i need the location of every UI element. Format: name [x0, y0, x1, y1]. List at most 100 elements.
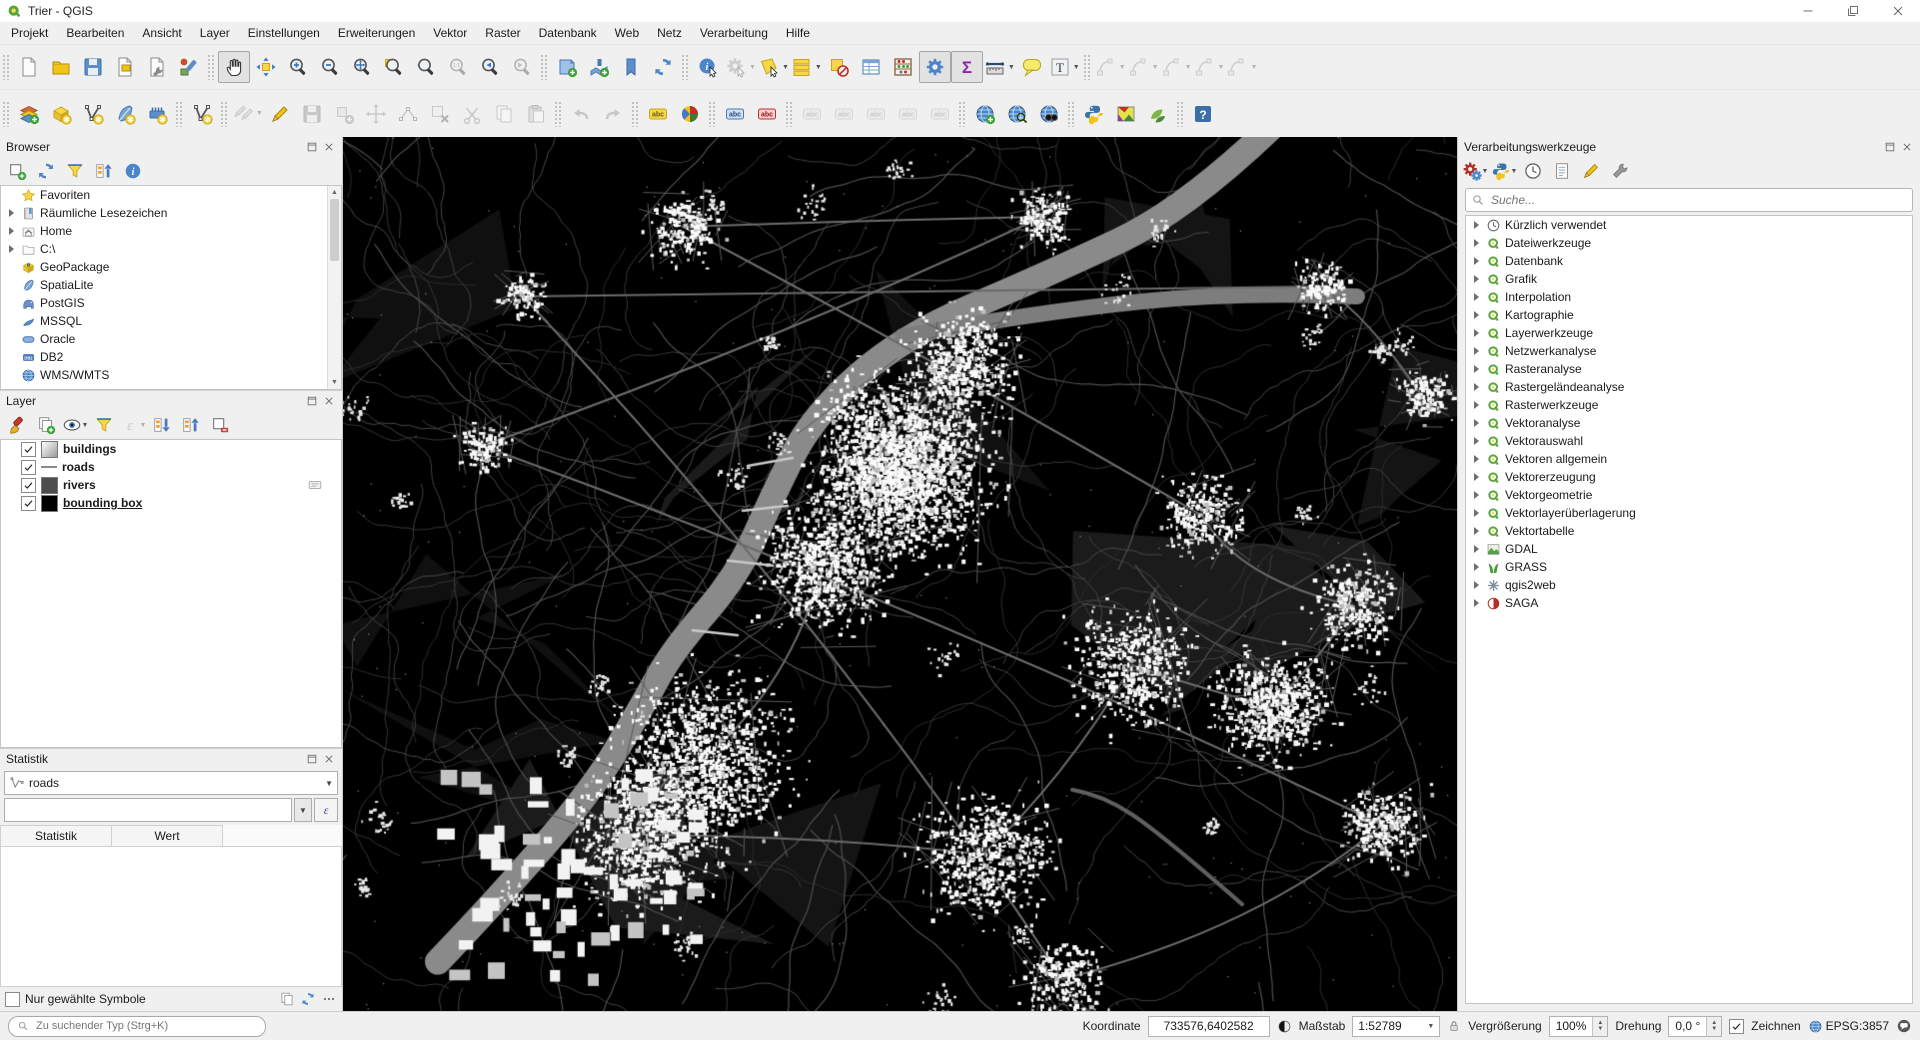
expander-icon[interactable] [6, 245, 17, 253]
zoom-to-layer-button[interactable] [410, 51, 442, 83]
layer-item-roads[interactable]: roads [1, 458, 341, 476]
processing-group-vektorauswahl[interactable]: Vektorauswahl [1466, 432, 1912, 450]
spatial-bookmarks-button[interactable] [615, 51, 647, 83]
select-by-value-button[interactable]: ▼ [790, 51, 823, 83]
processing-group-rasteranalyse[interactable]: Rasteranalyse [1466, 360, 1912, 378]
processing-group-rastergelaendeanalyse[interactable]: Rastergeländeanalyse [1466, 378, 1912, 396]
digitize-rectangle-button[interactable]: ▼ [1193, 51, 1226, 83]
copy-features-button[interactable] [488, 98, 520, 130]
cut-features-button[interactable] [456, 98, 488, 130]
save-layer-edits-button[interactable] [296, 98, 328, 130]
digitize-ellipse-dropdown-icon[interactable]: ▼ [1185, 64, 1192, 71]
expander-icon[interactable] [1471, 329, 1482, 337]
python-console-button[interactable] [1078, 98, 1110, 130]
layer-item-bounding-box[interactable]: bounding box [1, 494, 341, 512]
expander-icon[interactable] [1471, 275, 1482, 283]
new-mesh-layer-button[interactable] [141, 98, 173, 130]
processing-group-netzwerkanalyse[interactable]: Netzwerkanalyse [1466, 342, 1912, 360]
processing-group-grafik[interactable]: Grafik [1466, 270, 1912, 288]
menu-item-vektor[interactable]: Vektor [424, 23, 476, 43]
new-geopackage-layer-button[interactable] [45, 98, 77, 130]
statistics-column-header[interactable]: Statistik [0, 825, 112, 847]
add-feature-button[interactable] [328, 98, 360, 130]
browser-properties-button[interactable]: i [121, 159, 145, 183]
zoom-full-extent-button[interactable] [346, 51, 378, 83]
zoom-to-selection-button[interactable] [378, 51, 410, 83]
new-virtual-layer-button[interactable] [186, 98, 218, 130]
highlight-pinned-labels-button[interactable]: abc [796, 98, 828, 130]
expander-icon[interactable] [1471, 563, 1482, 571]
change-label-button[interactable]: abc [924, 98, 956, 130]
processing-group-interpolation[interactable]: Interpolation [1466, 288, 1912, 306]
processing-group-dateiwerkzeuge[interactable]: Dateiwerkzeuge [1466, 234, 1912, 252]
browser-float-icon[interactable] [305, 140, 319, 154]
statistics-field-input[interactable] [4, 798, 292, 822]
processing-group-kuerzlich-verwendet[interactable]: Kürzlich verwendet [1466, 216, 1912, 234]
layer-checkbox-buildings[interactable] [21, 441, 36, 457]
menu-item-web[interactable]: Web [606, 23, 648, 43]
layer-float-icon[interactable] [305, 394, 319, 408]
expander-icon[interactable] [6, 227, 17, 235]
expander-icon[interactable] [1471, 581, 1482, 589]
pan-map-button[interactable] [218, 51, 250, 83]
render-checkbox[interactable] [1729, 1018, 1745, 1034]
processing-group-kartographie[interactable]: Kartographie [1466, 306, 1912, 324]
expander-icon[interactable] [1471, 419, 1482, 427]
processing-search-input[interactable] [1489, 192, 1907, 208]
manage-map-themes-button[interactable]: ▼ [63, 413, 88, 437]
digitize-circle-button[interactable]: ▼ [1127, 51, 1160, 83]
new-project-button[interactable] [13, 51, 45, 83]
filter-by-expression-dropdown-icon[interactable]: ▼ [140, 422, 147, 429]
only-selected-checkbox[interactable] [5, 991, 20, 1007]
expander-icon[interactable] [1471, 257, 1482, 265]
refresh-map-button[interactable] [647, 51, 679, 83]
processing-scripts-dropdown-icon[interactable]: ▼ [1511, 168, 1518, 175]
menu-item-raster[interactable]: Raster [476, 23, 529, 43]
expander-icon[interactable] [1471, 365, 1482, 373]
edit-features-in-place-button[interactable] [1579, 159, 1603, 183]
statistical-summary-button[interactable] [887, 51, 919, 83]
expander-icon[interactable] [1471, 221, 1482, 229]
menu-item-erweiterungen[interactable]: Erweiterungen [329, 23, 424, 43]
labeling-options-button[interactable]: abc [719, 98, 751, 130]
processing-scripts-button[interactable]: ▼ [1492, 159, 1518, 183]
map-canvas[interactable] [343, 137, 1457, 1011]
layout-manager-button[interactable] [141, 51, 173, 83]
close-button[interactable] [1875, 0, 1920, 22]
browser-item-home[interactable]: Home [1, 222, 341, 240]
expander-icon[interactable] [1471, 527, 1482, 535]
metasearch-button[interactable] [1001, 98, 1033, 130]
processing-group-vektorerzeugung[interactable]: Vektorerzeugung [1466, 468, 1912, 486]
expander-icon[interactable] [1471, 599, 1482, 607]
metasearch-new-button[interactable] [969, 98, 1001, 130]
scale-lock-icon[interactable] [1447, 1019, 1461, 1033]
messages-button[interactable] [1896, 1018, 1912, 1034]
save-project-button[interactable] [77, 51, 109, 83]
expander-icon[interactable] [1471, 455, 1482, 463]
toolbar-grip[interactable] [630, 100, 638, 127]
toolbar-grip[interactable] [220, 100, 227, 127]
expander-icon[interactable] [1471, 509, 1482, 517]
processing-group-datenbank[interactable]: Datenbank [1466, 252, 1912, 270]
toolbar-grip[interactable] [784, 100, 792, 127]
menu-item-datenbank[interactable]: Datenbank [530, 23, 606, 43]
toolbar-grip[interactable] [2, 100, 9, 127]
menu-item-bearbeiten[interactable]: Bearbeiten [57, 23, 133, 43]
crs-status-button[interactable]: EPSG:3857 [1808, 1019, 1889, 1034]
results-viewer-button[interactable] [1550, 159, 1574, 183]
statistics-options-button[interactable] [321, 991, 337, 1007]
move-feature-button[interactable] [360, 98, 392, 130]
add-selected-layer-button[interactable] [5, 159, 29, 183]
pan-to-selection-button[interactable] [250, 51, 282, 83]
new-spatialite-layer-button[interactable] [109, 98, 141, 130]
expander-icon[interactable] [1471, 239, 1482, 247]
digitize-curve-button[interactable]: ▼ [1094, 51, 1127, 83]
run-feature-action-button[interactable]: ▼ [724, 51, 757, 83]
layer-checkbox-roads[interactable] [21, 459, 36, 475]
digitize-curve-dropdown-icon[interactable]: ▼ [1119, 64, 1126, 71]
digitize-circle-dropdown-icon[interactable]: ▼ [1152, 64, 1159, 71]
processing-history-button[interactable] [1521, 159, 1545, 183]
menu-item-ansicht[interactable]: Ansicht [133, 23, 190, 43]
menu-item-layer[interactable]: Layer [191, 23, 239, 43]
delete-selected-button[interactable] [424, 98, 456, 130]
